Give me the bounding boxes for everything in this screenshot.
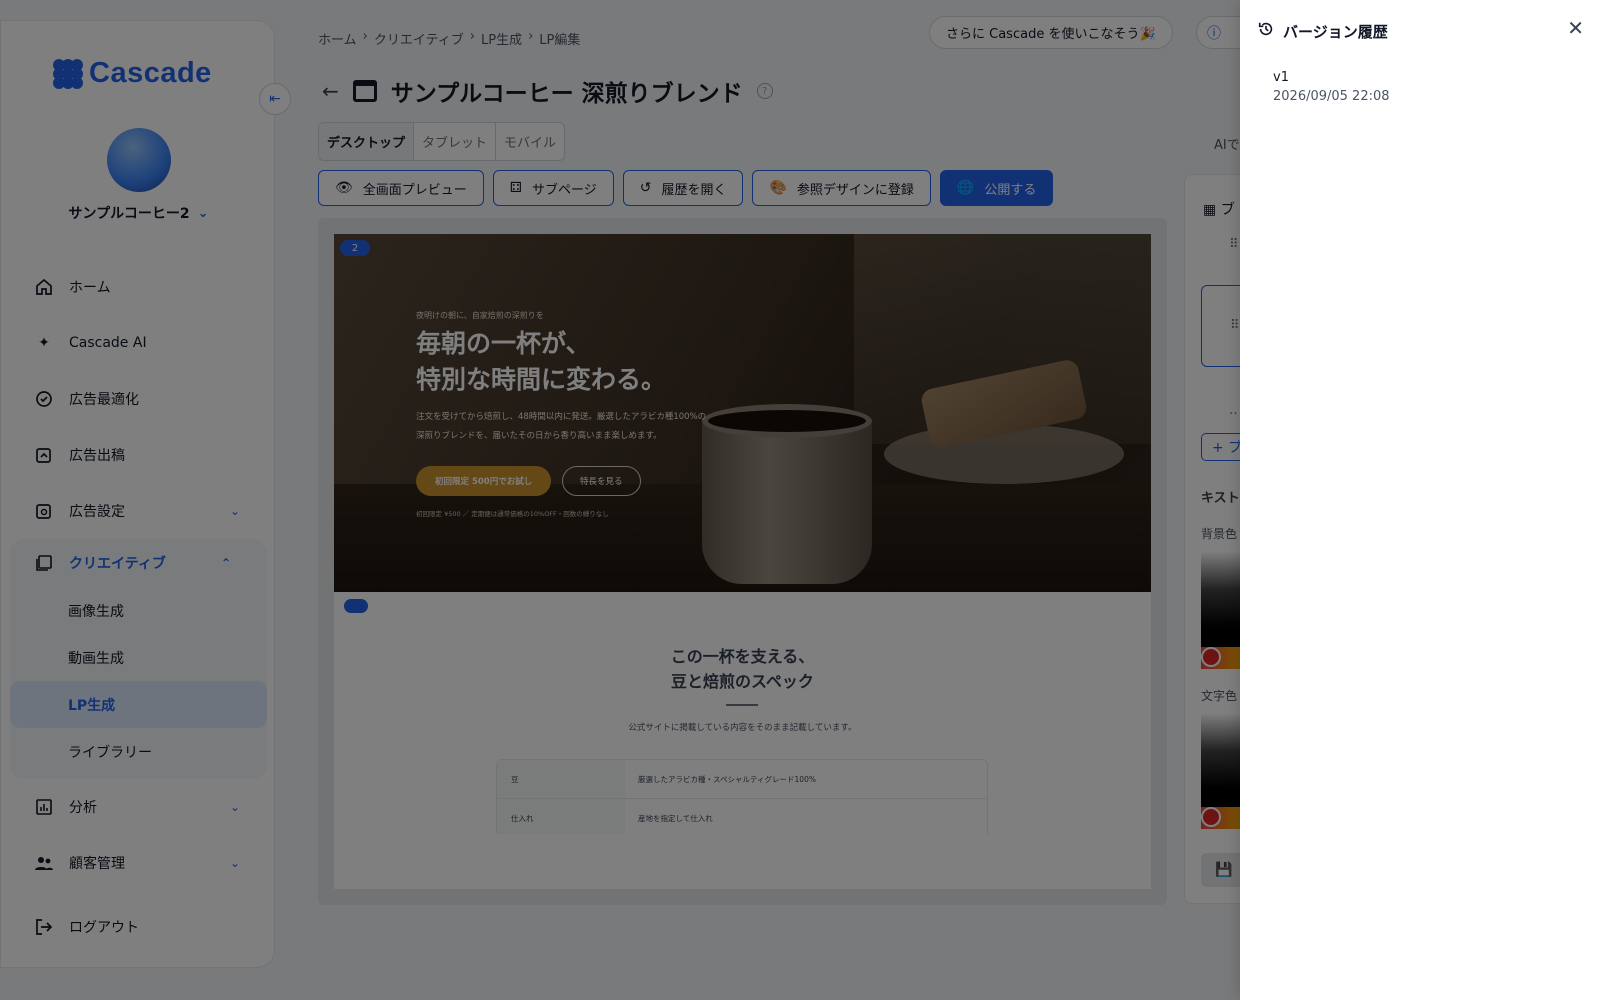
drawer-title: バージョン履歴 (1283, 22, 1388, 41)
version-item[interactable]: v1 2026/09/05 22:08 (1273, 70, 1390, 104)
version-history-drawer: バージョン履歴 ✕ v1 2026/09/05 22:08 (1240, 0, 1600, 1000)
modal-overlay[interactable] (0, 0, 1240, 1000)
version-date: 2026/09/05 22:08 (1273, 89, 1390, 104)
history-icon (1257, 20, 1275, 42)
drawer-header: バージョン履歴 (1257, 20, 1388, 42)
close-icon[interactable]: ✕ (1567, 18, 1584, 38)
version-label: v1 (1273, 70, 1289, 85)
